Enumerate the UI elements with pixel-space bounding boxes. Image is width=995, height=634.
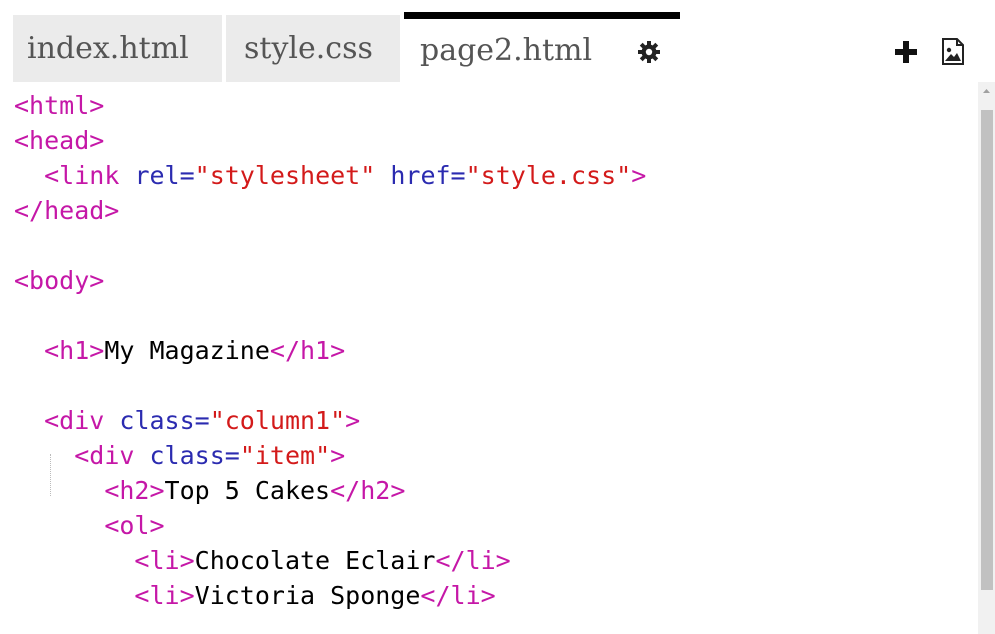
vertical-scrollbar[interactable] <box>978 82 995 634</box>
code-string: "stylesheet" <box>194 161 376 190</box>
code-attribute: href= <box>390 161 466 190</box>
plus-icon[interactable] <box>894 40 918 64</box>
code-editor[interactable]: <html> <head> <link rel="stylesheet" href… <box>0 82 978 634</box>
image-icon[interactable] <box>941 38 965 65</box>
tab-label: page2.html <box>420 33 593 68</box>
code-tag: </h2> <box>330 476 406 505</box>
code-tag: > <box>345 406 361 435</box>
code-tag: <head> <box>14 126 105 155</box>
code-line[interactable]: <h1>My Magazine</h1> <box>14 333 646 368</box>
code-line[interactable] <box>14 368 646 403</box>
code-line[interactable]: </head> <box>14 193 646 228</box>
code-line[interactable]: <div class="item"> <box>14 438 646 473</box>
code-tag: <li> <box>134 546 195 575</box>
code-line[interactable]: <ol> <box>14 508 646 543</box>
code-attribute: class= <box>119 406 210 435</box>
code-string: "column1" <box>209 406 346 435</box>
code-tag: </li> <box>420 581 496 610</box>
code-line[interactable]: <body> <box>14 263 646 298</box>
code-tag: </h1> <box>269 336 346 365</box>
code-text: Chocolate Eclair <box>194 546 436 575</box>
code-line[interactable]: <li>Victoria Sponge</li> <box>14 578 646 613</box>
code-line[interactable]: <div class="column1"> <box>14 403 646 438</box>
code-line[interactable] <box>14 298 646 333</box>
code-attribute: rel= <box>134 161 195 190</box>
code-line[interactable]: <head> <box>14 123 646 158</box>
scrollbar-thumb[interactable] <box>981 110 993 590</box>
code-line[interactable]: <link rel="stylesheet" href="style.css"> <box>14 158 646 193</box>
code-tag: <link <box>44 161 120 190</box>
code-string: "style.css" <box>465 161 632 190</box>
tab-bar: index.html style.css page2.html <box>0 0 995 82</box>
code-text: Top 5 Cakes <box>164 476 331 505</box>
code-tag: > <box>330 441 346 470</box>
code-tag: <div <box>74 441 135 470</box>
code-tag: </li> <box>435 546 511 575</box>
code-string: "item" <box>239 441 331 470</box>
code-tag: <html> <box>14 91 105 120</box>
code-tag: <ol> <box>104 511 165 540</box>
tab-label: index.html <box>27 31 189 66</box>
code-tag: </head> <box>14 196 120 225</box>
tab-label: style.css <box>244 31 373 66</box>
code-tag: <h2> <box>104 476 165 505</box>
code-tag: <h1> <box>44 336 105 365</box>
code-text: My Magazine <box>104 336 270 365</box>
gear-icon[interactable] <box>637 40 661 64</box>
tab-style-css[interactable]: style.css <box>226 15 400 82</box>
code-attribute: class= <box>149 441 240 470</box>
code-line[interactable] <box>14 228 646 263</box>
tab-index-html[interactable]: index.html <box>13 15 222 82</box>
code-tag: <li> <box>134 581 195 610</box>
code-line[interactable]: <li>Chocolate Eclair</li> <box>14 543 646 578</box>
code-text: Victoria Sponge <box>194 581 421 610</box>
scroll-up-arrow-icon[interactable] <box>978 82 995 99</box>
code-content[interactable]: <html> <head> <link rel="stylesheet" href… <box>14 88 646 613</box>
code-editor-app: index.html style.css page2.html <html> <… <box>0 0 995 634</box>
code-tag: <div <box>44 406 105 435</box>
code-tag: <body> <box>14 266 105 295</box>
code-line[interactable]: <h2>Top 5 Cakes</h2> <box>14 473 646 508</box>
code-line[interactable]: <html> <box>14 88 646 123</box>
code-tag: > <box>631 161 647 190</box>
